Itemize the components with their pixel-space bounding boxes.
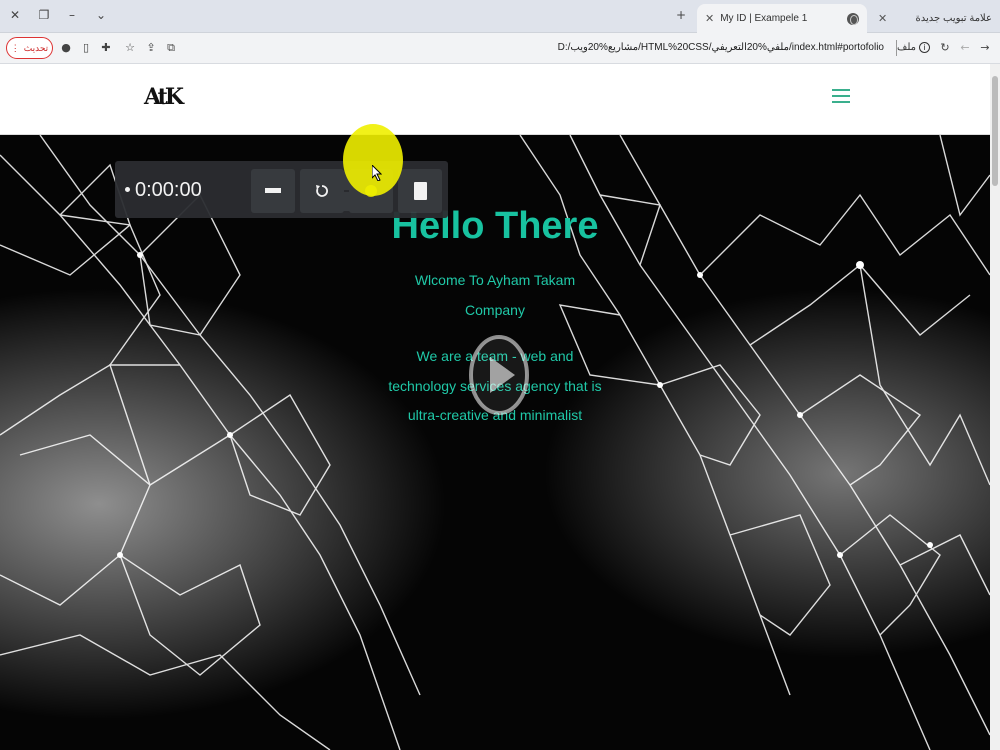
site-logo[interactable]: AtK	[144, 84, 184, 110]
scrollbar-thumb[interactable]	[992, 76, 998, 186]
more-icon: ⋮	[10, 42, 20, 53]
url-file-label: ملف	[896, 42, 916, 53]
restore-icon[interactable]: ❐	[35, 6, 53, 24]
globe-icon	[847, 12, 859, 25]
close-tab-icon[interactable]: ✕	[878, 12, 887, 25]
back-icon[interactable]: →	[977, 40, 993, 56]
pause-icon	[265, 188, 281, 193]
tab-new-tab[interactable]: ✕ علامة تبويب جديدة	[870, 4, 1000, 33]
browser-tab-strip: ✕ ❐ – ⌄ + ✕ My ID | Exampele 1 ✕ علامة ت…	[0, 0, 1000, 33]
stop-button[interactable]	[398, 169, 442, 213]
tab-title: My ID | Exampele 1	[720, 13, 808, 24]
hero-section: Hello There Wlcome To Ayham Takam Compan…	[0, 135, 990, 750]
address-bar[interactable]: D:/مشاريع%20ويب/HTML%20CSS/ملفي%20التعري…	[185, 37, 930, 60]
tab-title: علامة تبويب جديدة	[915, 13, 992, 24]
recording-timer: 0:00:00	[135, 179, 202, 201]
recording-dot-icon	[125, 187, 130, 192]
share-icon[interactable]: ⇪	[143, 40, 159, 56]
menu-icon[interactable]	[832, 89, 850, 105]
profile-icon[interactable]: ●	[58, 40, 74, 56]
extension-icon[interactable]: ✚	[98, 40, 114, 56]
minimize-icon[interactable]: –	[63, 6, 81, 24]
new-tab-plus-icon[interactable]: +	[672, 6, 690, 24]
stop-icon	[413, 182, 427, 200]
scrollbar[interactable]	[990, 64, 1000, 750]
chevron-down-icon[interactable]: ⌄	[92, 6, 110, 24]
info-icon[interactable]: i	[919, 42, 930, 53]
mouse-cursor-icon	[372, 165, 382, 181]
forward-icon[interactable]: ←	[957, 40, 973, 56]
browser-toolbar: ⋮ تحديث ● ▯ ✚ ☆ ⇪ ⧉ D:/مشاريع%20ويب/HTML…	[0, 33, 1000, 64]
sidebar-icon[interactable]: ▯	[78, 40, 94, 56]
hero-subtitle-line1: Wlcome To Ayham Takam	[414, 272, 576, 288]
update-button[interactable]: ⋮ تحديث	[6, 37, 53, 59]
site-header: AtK	[0, 64, 990, 135]
reload-icon[interactable]: ↻	[937, 40, 953, 56]
play-icon[interactable]	[469, 335, 529, 415]
install-icon[interactable]: ⧉	[163, 40, 179, 56]
star-icon[interactable]: ☆	[122, 40, 138, 56]
pause-button[interactable]	[251, 169, 295, 213]
restart-button[interactable]	[300, 169, 344, 213]
hero-subtitle-line2: Company	[465, 302, 525, 318]
close-tab-icon[interactable]: ✕	[705, 12, 714, 25]
url-text[interactable]: D:/مشاريع%20ويب/HTML%20CSS/ملفي%20التعري…	[558, 42, 884, 53]
update-button-label: تحديث	[23, 42, 49, 53]
tab-my-id[interactable]: ✕ My ID | Exampele 1	[697, 4, 867, 33]
close-window-icon[interactable]: ✕	[6, 6, 24, 24]
cursor-highlight	[343, 124, 403, 196]
restart-icon	[316, 185, 328, 197]
